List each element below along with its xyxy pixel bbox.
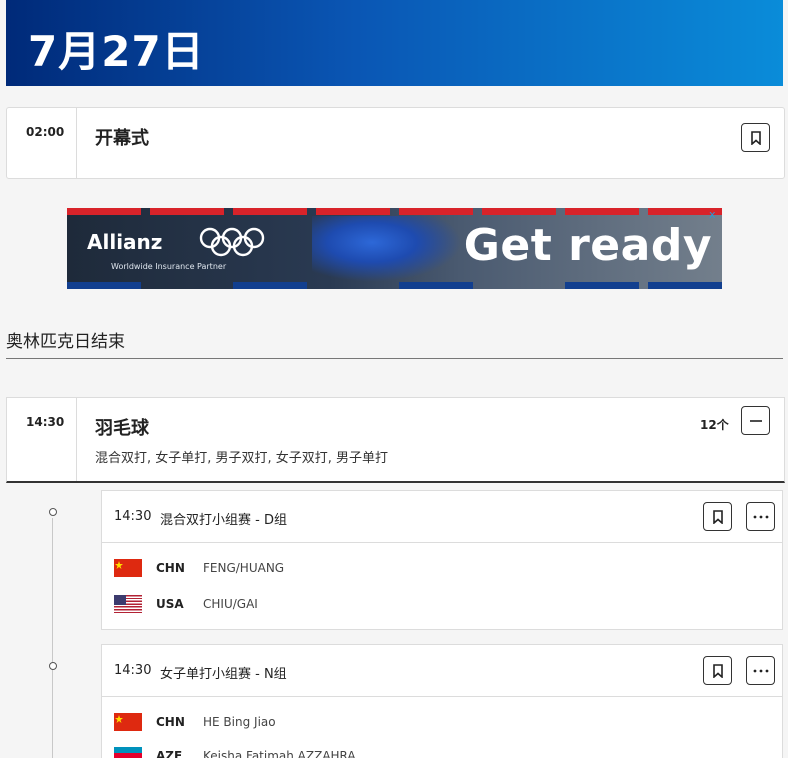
event-title: 混合双打小组赛 - D组 [160, 513, 287, 528]
ad-top-stripes [67, 208, 722, 215]
competitor-row: CHN HE Bing Jiao [114, 712, 276, 732]
competitor-row: AZE Keisha Fatimah AZZAHRA [114, 746, 356, 758]
sport-time: 14:30 [26, 415, 65, 429]
allianz-ad-banner[interactable]: Allianz Worldwide Insurance Partner Get … [67, 208, 722, 289]
minus-icon [749, 419, 762, 422]
bookmark-button[interactable] [703, 502, 732, 531]
bookmark-icon [712, 663, 723, 678]
ellipsis-icon [753, 669, 768, 672]
event-header: 14:30 混合双打小组赛 - D组 [102, 491, 782, 543]
time-column: 02:00 [7, 108, 77, 178]
event-title: 开幕式 [95, 128, 149, 149]
bookmark-icon [712, 509, 723, 524]
opening-ceremony-card[interactable]: 02:00 开幕式 [6, 107, 785, 179]
section-title: 奥林匹克日结束 [6, 332, 125, 352]
usa-flag-icon [114, 595, 142, 613]
sport-title: 羽毛球 [95, 418, 149, 439]
country-code: CHN [156, 715, 185, 729]
event-time: 14:30 [114, 663, 152, 678]
event-card[interactable]: 14:30 混合双打小组赛 - D组 CHN FENG/HUANG USA CH… [101, 490, 783, 630]
competitor-name: HE Bing Jiao [203, 715, 276, 729]
country-code: CHN [156, 561, 185, 575]
azerbaijan-flag-icon [114, 747, 142, 758]
event-card[interactable]: 14:30 女子单打小组赛 - N组 CHN HE Bing Jiao AZE … [101, 644, 783, 758]
ad-bottom-stripes [67, 282, 722, 289]
time-column: 14:30 [7, 398, 77, 481]
competitor-name: Keisha Fatimah AZZAHRA [203, 749, 356, 758]
more-options-button[interactable] [746, 502, 775, 531]
more-options-button[interactable] [746, 656, 775, 685]
ad-brand: Allianz [87, 230, 163, 254]
event-count: 12个 [700, 418, 729, 432]
competitor-row: CHN FENG/HUANG [114, 558, 284, 578]
competitor-name: CHIU/GAI [203, 597, 258, 611]
bookmark-icon [750, 130, 761, 145]
ad-athlete-image [312, 216, 462, 282]
china-flag-icon [114, 559, 142, 577]
ad-close-icon[interactable]: x [709, 208, 716, 221]
event-title: 女子单打小组赛 - N组 [160, 667, 287, 682]
timeline-dot [49, 508, 57, 516]
china-flag-icon [114, 713, 142, 731]
olympic-rings-icon [199, 227, 265, 257]
competitor-row: USA CHIU/GAI [114, 594, 258, 614]
date-header-banner: 7月27日 [6, 0, 783, 86]
bookmark-button[interactable] [703, 656, 732, 685]
country-code: USA [156, 597, 184, 611]
timeline-dot [49, 662, 57, 670]
ad-subtitle: Worldwide Insurance Partner [111, 262, 227, 271]
date-header: 7月27日 [28, 27, 205, 76]
section-divider [6, 358, 783, 359]
collapse-button[interactable] [741, 406, 770, 435]
ad-cta-text: Get ready [463, 220, 712, 271]
event-header: 14:30 女子单打小组赛 - N组 [102, 645, 782, 697]
country-code: AZE [156, 749, 183, 758]
timeline-line [52, 518, 53, 758]
event-time: 02:00 [26, 125, 65, 139]
bookmark-button[interactable] [741, 123, 770, 152]
competitor-name: FENG/HUANG [203, 561, 285, 575]
sport-disciplines: 混合双打, 女子单打, 男子双打, 女子双打, 男子单打 [95, 451, 389, 466]
event-time: 14:30 [114, 509, 152, 524]
ellipsis-icon [753, 515, 768, 518]
badminton-sport-card[interactable]: 14:30 羽毛球 混合双打, 女子单打, 男子双打, 女子双打, 男子单打 1… [6, 397, 785, 483]
